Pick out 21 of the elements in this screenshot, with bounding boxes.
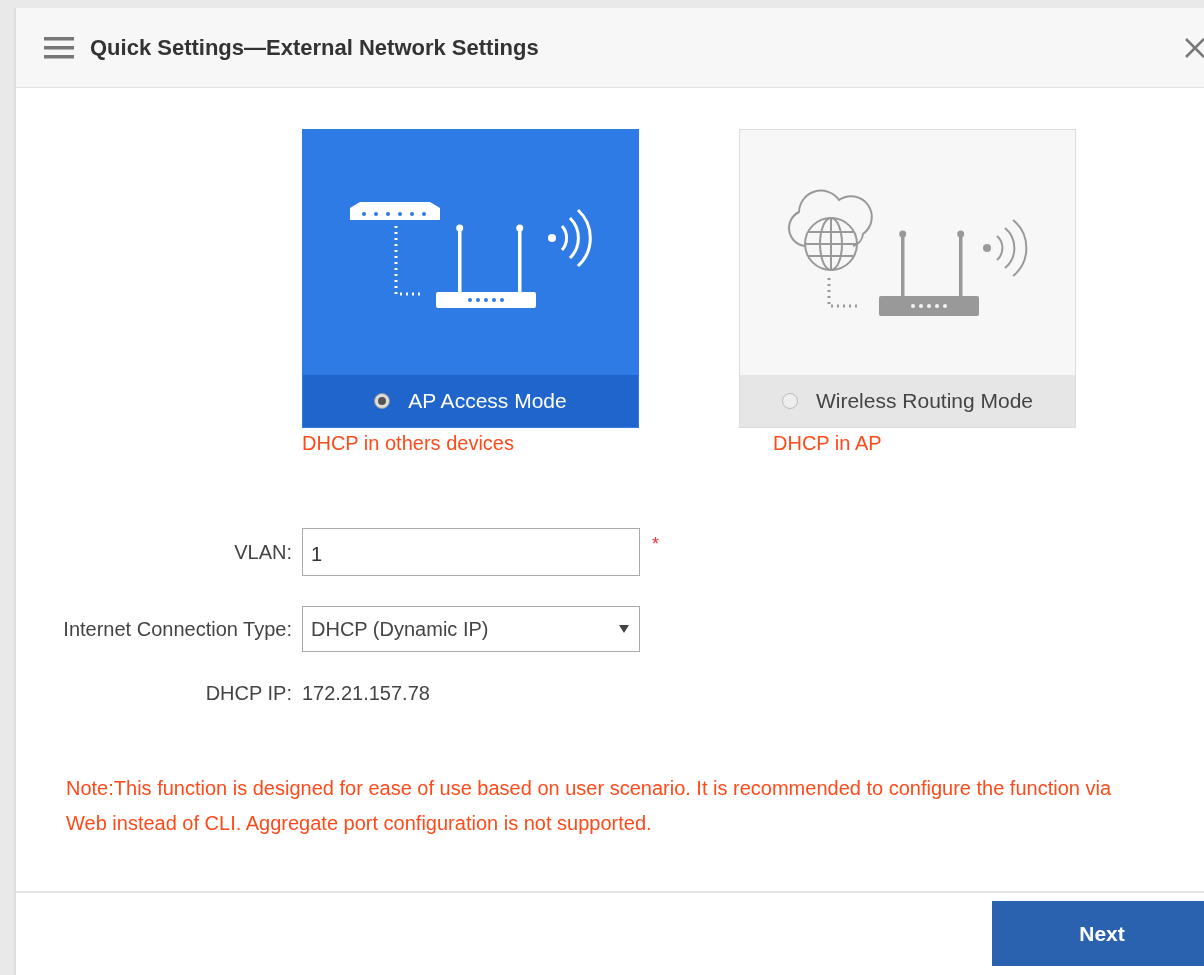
window-title: Quick Settings—External Network Settings — [90, 34, 540, 61]
caret-icon — [619, 625, 629, 633]
mode-note: DHCP in AP — [773, 432, 882, 455]
field-label: DHCP IP: — [204, 682, 292, 705]
menu-icon[interactable] — [44, 36, 74, 59]
field-label: VLAN: — [233, 540, 292, 564]
mode-card[interactable]: AP Access Mode — [302, 129, 639, 428]
mode-note: DHCP in others devices — [302, 432, 514, 455]
next-button[interactable]: Next — [992, 901, 1204, 966]
note-text: Note:This function is designed for ease of use based on user scenario. It is recommended to configure the function via Web instead of CLI. Aggregate port configuration is not supported. — [66, 776, 1113, 836]
mode-label: AP Access Mode — [408, 389, 567, 413]
mode-label: Wireless Routing Mode — [815, 389, 1034, 413]
close-icon[interactable] — [1184, 36, 1204, 59]
mode-card[interactable]: Wireless Routing Mode — [739, 129, 1076, 428]
radio-button[interactable] — [374, 393, 391, 409]
field-label: Internet Connection Type: — [62, 617, 292, 641]
required-mark: * — [652, 534, 659, 555]
input-field[interactable]: 1 — [302, 528, 640, 576]
field-value: 172.21.157.78 — [302, 682, 430, 705]
radio-button[interactable] — [781, 393, 798, 409]
dropdown-field[interactable]: DHCP (Dynamic IP) — [302, 606, 640, 652]
